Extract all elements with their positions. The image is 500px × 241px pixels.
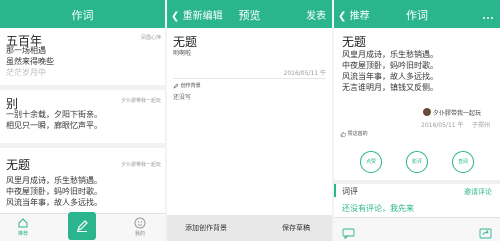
profile-icon <box>134 217 146 229</box>
more-button[interactable] <box>482 8 494 27</box>
poem-card-author: 夕仆膠带我一起玩 <box>120 98 161 104</box>
feed-header: 作词 <box>0 0 165 28</box>
preview-screen: ❮ 重新编辑 预览 发表 无题 哟啊啦 2016/05/11 午 创作背景 还没… <box>167 0 332 241</box>
feed-title: 作词 <box>71 9 94 22</box>
divider <box>0 143 165 148</box>
poem-card-title: 无题 <box>6 158 31 172</box>
section-marker <box>334 184 336 197</box>
poem-detail-screen: ❮ 推荐 作词 无题 风皇月成诗，乐生愁销遇。 中夜屋顶卧，蚂吟旧时歌。 风流当… <box>334 0 500 241</box>
poem-body: 哟啊啦 <box>173 50 192 57</box>
feed-screen: 作词 五百年 凤凰心萍 那一场相遇 虽然来得晚些 茫茫岁月中 别 夕仆膠带我一起… <box>0 0 165 241</box>
poem-card-line: 茫茫岁月中 <box>6 68 46 77</box>
poem-card-line: 虽然来得晚些 <box>6 57 54 66</box>
background-text: 还没写 <box>173 94 192 101</box>
poem-line: 中夜屋顶卧，蚂吟旧时歌。 <box>342 61 438 70</box>
view-button[interactable]: 查阅 <box>452 151 474 173</box>
poem-card-line: 风里月成诗，乐生愁销遇。 <box>6 176 102 185</box>
review-button[interactable]: 影评 <box>406 151 428 173</box>
tab-recommend[interactable]: 推荐 <box>8 217 38 237</box>
poem-date: 2016/05/11 午 <box>283 70 327 77</box>
poem-card-line: 中夜屋顶卧，蚂吟旧时歌。 <box>6 187 102 196</box>
author-name[interactable]: 夕仆膠带我一起玩 <box>433 108 481 117</box>
more-icon <box>483 17 493 19</box>
save-draft-button[interactable]: 保存草稿 <box>282 223 310 233</box>
poem-card-author: 凤凰心萍 <box>140 35 161 41</box>
share-icon <box>479 228 492 239</box>
compose-button[interactable] <box>68 212 96 240</box>
thumbs-up-icon <box>340 131 346 137</box>
poem-card-line: 一别十余载，夕阳下街亲。 <box>6 110 102 119</box>
likes-label: 赞这首的 <box>347 131 368 137</box>
avatar[interactable] <box>423 108 431 116</box>
tab-mine[interactable]: 我的 <box>125 217 155 237</box>
first-comment-prompt[interactable]: 还没有评论，我先来 <box>342 203 414 214</box>
poem-card-author: 夕仆膠带我一起玩 <box>120 162 161 168</box>
tab-label: 推荐 <box>17 231 28 237</box>
bottom-tab-bar: 推荐 我的 <box>0 212 165 241</box>
detail-header: ❮ 推荐 作词 <box>334 0 500 28</box>
share-button[interactable] <box>479 224 492 241</box>
poem-line: 无言谁明月，镇钱又反侧。 <box>342 83 438 92</box>
divider <box>0 85 165 90</box>
detail-toolbar <box>334 217 500 241</box>
comment-icon <box>342 228 355 240</box>
tab-label: 我的 <box>134 231 145 237</box>
comments-heading: 词评 <box>342 187 358 196</box>
compose-icon <box>77 220 88 232</box>
invite-comment-link[interactable]: 邀请评论 <box>464 187 492 197</box>
detail-title: 作词 <box>406 9 428 22</box>
preview-header: ❮ 重新编辑 预览 发表 <box>167 0 332 28</box>
background-section-label: 创作背景 <box>173 82 201 89</box>
poem-card-line: 那一场相遇 <box>6 46 46 55</box>
home-icon <box>18 218 28 228</box>
background-label: 创作背景 <box>180 83 201 89</box>
poem-line: 风皇月成诗，乐生愁销遇。 <box>342 50 438 59</box>
likes-section: 赞这首的 <box>340 130 368 137</box>
poem-location: 于郑州 <box>472 122 491 129</box>
poem-title: 无题 <box>342 35 367 49</box>
poem-line: 风流当年事，故人多远找。 <box>342 72 438 81</box>
divider <box>173 78 326 79</box>
like-button[interactable]: 点赞 <box>360 151 382 173</box>
publish-button[interactable]: 发表 <box>306 7 326 22</box>
pencil-icon <box>173 83 179 88</box>
comment-button[interactable] <box>342 224 355 241</box>
poem-card-line: 风流当年事，故人多远找。 <box>6 198 102 207</box>
preview-action-bar: 添加创作背景 保存草稿 <box>167 215 332 241</box>
add-background-button[interactable]: 添加创作背景 <box>185 223 227 233</box>
divider <box>334 180 500 184</box>
poem-card-line: 相见只一瞬，廊眼忆声平。 <box>6 121 102 130</box>
poem-date: 2016/05/11 午 <box>421 122 464 129</box>
